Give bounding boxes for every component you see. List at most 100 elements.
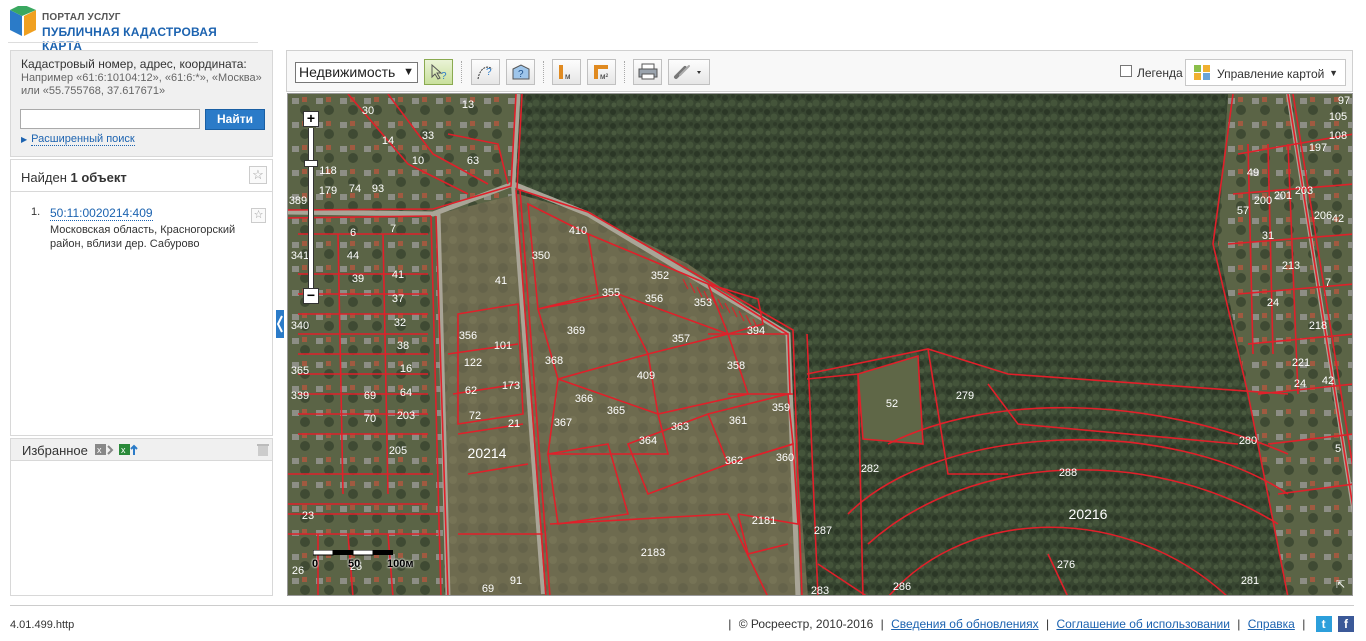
svg-text:364: 364: [639, 435, 657, 447]
svg-text:365: 365: [607, 405, 625, 417]
results-header: Найден 1 объект ☆: [11, 160, 272, 192]
svg-text:283: 283: [811, 585, 829, 596]
select-info-tool-button[interactable]: ?: [424, 59, 453, 85]
svg-text:287: 287: [814, 525, 832, 537]
svg-text:213: 213: [1282, 260, 1300, 272]
svg-text:203: 203: [1295, 185, 1313, 197]
result-number: 1.: [31, 206, 41, 218]
import-excel-icon[interactable]: x: [119, 443, 139, 457]
portal-logo[interactable]: ПОРТАЛ УСЛУГ ПУБЛИЧНАЯ КАДАСТРОВАЯ КАРТА: [8, 4, 258, 53]
svg-text:23: 23: [302, 510, 314, 522]
svg-text:38: 38: [397, 340, 409, 352]
favorite-star-icon[interactable]: ☆: [251, 208, 266, 223]
legend-label: Легенда: [1137, 66, 1183, 80]
svg-text:286: 286: [893, 581, 911, 593]
svg-text:353: 353: [694, 297, 712, 309]
favorite-all-star-icon[interactable]: ☆: [249, 166, 267, 184]
svg-text:91: 91: [510, 575, 522, 587]
block-label-20216: 20216: [1069, 506, 1108, 522]
legend-checkbox[interactable]: [1120, 65, 1132, 77]
search-hint-title: Кадастровый номер, адрес, координата:: [21, 57, 247, 71]
svg-text:201: 201: [1274, 190, 1292, 202]
curve-measure-tool-button[interactable]: ?: [471, 59, 500, 85]
search-input[interactable]: [20, 109, 200, 129]
svg-text:279: 279: [956, 390, 974, 402]
satellite-imagery: 13 63 30 14 33 10 118 179 74 93 389 6 7 44 39 41 37…: [288, 94, 1352, 596]
svg-text:?: ?: [441, 71, 447, 81]
zoom-slider-track[interactable]: [308, 128, 314, 288]
facebook-icon[interactable]: f: [1338, 616, 1354, 632]
agreement-link[interactable]: Соглашение об использовании: [1056, 617, 1230, 631]
results-count-prefix: Найден: [21, 170, 71, 185]
svg-text:197: 197: [1309, 142, 1327, 154]
scale-bar: [313, 550, 393, 556]
help-link[interactable]: Справка: [1248, 617, 1295, 631]
svg-text:57: 57: [1237, 205, 1249, 217]
zoom-out-button[interactable]: −: [303, 288, 319, 304]
svg-text:218: 218: [1309, 320, 1327, 332]
scale-label-0: 0: [312, 558, 319, 570]
svg-text:21: 21: [508, 418, 520, 430]
export-excel-icon[interactable]: x: [95, 443, 115, 457]
svg-text:108: 108: [1329, 130, 1347, 142]
updates-link[interactable]: Сведения об обновлениях: [891, 617, 1039, 631]
twitter-icon[interactable]: t: [1315, 616, 1332, 632]
footer-divider: [10, 605, 1354, 606]
svg-text:7: 7: [390, 223, 396, 235]
cursor-query-icon: ?: [431, 63, 447, 81]
svg-text:389: 389: [289, 195, 307, 207]
toolbar-separator: [543, 61, 545, 83]
copyright-text: © Росреестр, 2010-2016: [738, 617, 874, 631]
scale-label-50: 50: [348, 558, 361, 570]
map-canvas[interactable]: 13 63 30 14 33 10 118 179 74 93 389 6 7 44 39 41 37…: [287, 93, 1353, 596]
svg-text:358: 358: [727, 360, 745, 372]
zoom-slider-handle[interactable]: [304, 160, 318, 167]
map-control-dropdown[interactable]: Управление картой ▼: [1185, 59, 1346, 86]
svg-text:173: 173: [502, 380, 520, 392]
svg-text:49: 49: [1247, 167, 1259, 179]
trash-icon[interactable]: [257, 443, 269, 457]
map-control-label: Управление картой: [1217, 67, 1325, 81]
chevron-down-icon: ▼: [403, 66, 414, 78]
print-tool-button[interactable]: [633, 59, 662, 85]
result-cadastral-link[interactable]: 50:11:0020214:409: [50, 206, 153, 221]
map-toolbar: Недвижимость ▼ ? ? ? м м² Легенда Управле…: [286, 50, 1353, 92]
measure-length-tool-button[interactable]: м: [552, 59, 581, 85]
footer-separator: |: [1045, 617, 1050, 631]
svg-text:x: x: [97, 445, 102, 455]
svg-text:10: 10: [412, 155, 424, 167]
svg-text:282: 282: [861, 463, 879, 475]
svg-text:356: 356: [645, 293, 663, 305]
svg-text:33: 33: [422, 130, 434, 142]
area-info-tool-button[interactable]: ?: [506, 59, 535, 85]
svg-text:359: 359: [772, 402, 790, 414]
result-address: Московская область, Красногорский район,…: [50, 224, 236, 250]
collapse-panel-handle[interactable]: [276, 310, 284, 338]
svg-text:2181: 2181: [752, 515, 776, 527]
svg-text:369: 369: [567, 325, 585, 337]
advanced-search-label: Расширенный поиск: [31, 133, 135, 146]
search-button[interactable]: Найти: [205, 109, 265, 130]
svg-text:14: 14: [382, 135, 394, 147]
svg-text:7: 7: [1325, 277, 1331, 289]
measure-area-tool-button[interactable]: м²: [587, 59, 616, 85]
svg-text:355: 355: [602, 287, 620, 299]
link-tool-button[interactable]: [668, 59, 710, 85]
fullscreen-icon[interactable]: ⇱: [1336, 579, 1348, 591]
search-hint-examples: Например «61:6:10104:12», «61:6:*», «Мос…: [21, 72, 262, 97]
svg-text:341: 341: [291, 250, 309, 262]
advanced-search-link[interactable]: ▶ Расширенный поиск: [21, 131, 135, 146]
svg-text:366: 366: [575, 393, 593, 405]
zoom-in-button[interactable]: +: [303, 111, 319, 127]
layer-select[interactable]: Недвижимость ▼: [295, 62, 418, 83]
svg-text:409: 409: [637, 370, 655, 382]
svg-text:41: 41: [392, 269, 404, 281]
svg-text:70: 70: [364, 413, 376, 425]
svg-text:97: 97: [1338, 95, 1350, 107]
svg-text:356: 356: [459, 330, 477, 342]
chevron-down-icon: ▼: [1329, 68, 1338, 78]
svg-text:52: 52: [886, 398, 898, 410]
results-count-value: 1 объект: [70, 170, 127, 185]
svg-text:339: 339: [291, 390, 309, 402]
svg-text:41: 41: [495, 275, 507, 287]
